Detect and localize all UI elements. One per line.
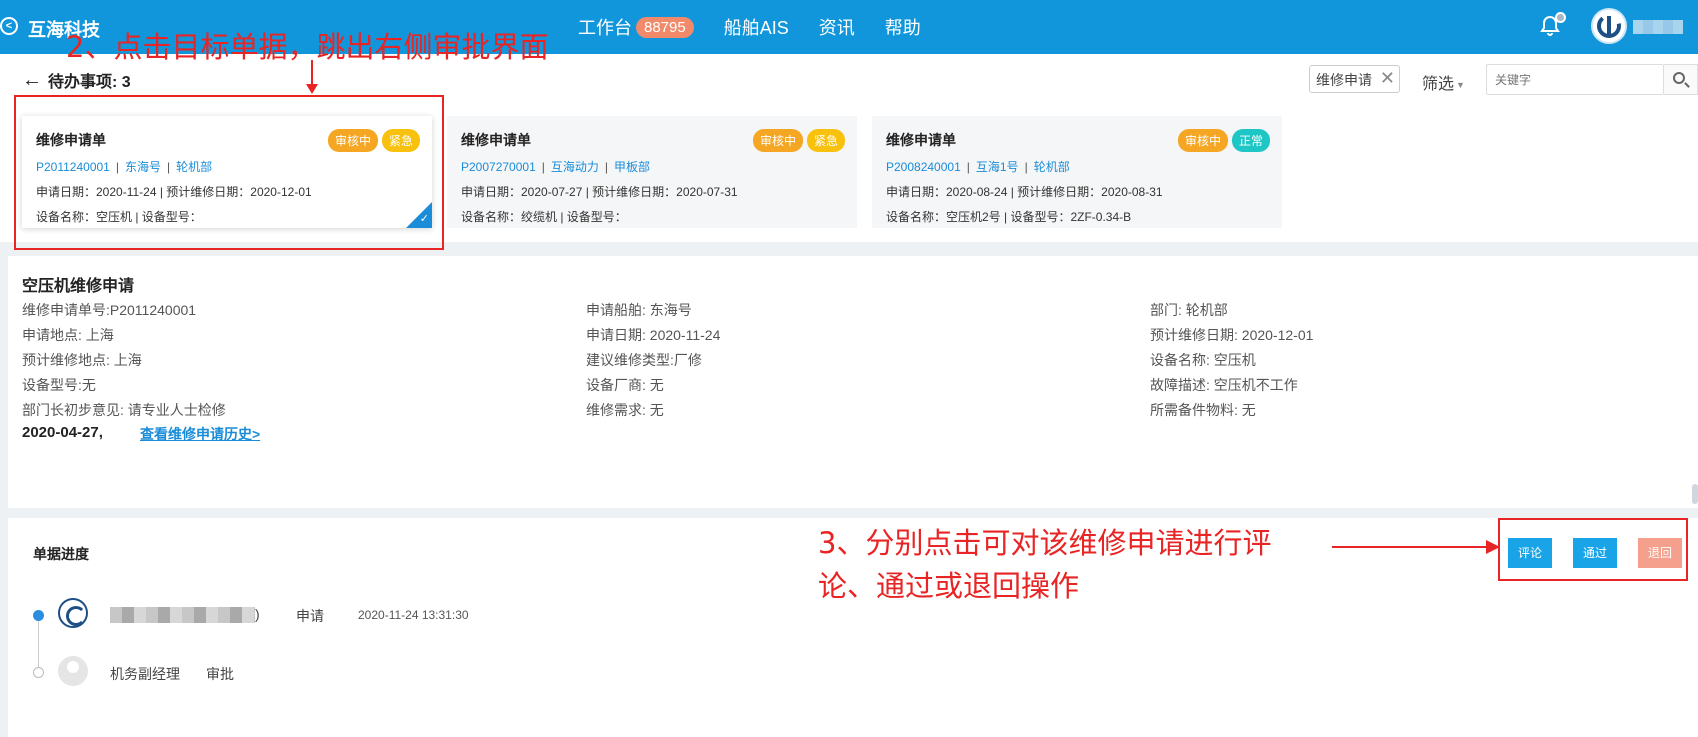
card-equipment: 设备名称：空压机2号 | 设备型号：2ZF-0.34-B <box>886 210 1132 224</box>
applicant-name-suffix: ) <box>255 606 260 622</box>
status-badge: 审核中 <box>752 129 803 152</box>
detail-panel <box>8 256 1698 508</box>
field-maker: 设备厂商: 无 <box>586 377 664 393</box>
field-expected-location: 预计维修地点: 上海 <box>22 352 142 368</box>
field-apply-date: 申请日期: 2020-11-24 <box>586 327 721 343</box>
notification-dot <box>1555 12 1566 23</box>
card-links: P2007270001 | 互海动力 | 甲板部 <box>461 160 651 174</box>
annotation-step3-line2: 论、通过或退回操作 <box>818 569 1080 603</box>
card-dept[interactable]: 轮机部 <box>1034 160 1070 174</box>
main-nav: 工作台 88795 船舶AIS 资讯 帮助 <box>578 0 951 54</box>
nav-workbench[interactable]: 工作台 88795 <box>578 14 694 40</box>
annotation-arrow-line <box>1332 546 1488 548</box>
filter-tag[interactable]: 维修申请 ✕ <box>1309 65 1400 93</box>
todo-card-2[interactable]: 维修申请单 审核中 紧急 P2007270001 | 互海动力 | 甲板部 申请日期：2… <box>447 116 857 228</box>
field-need: 维修需求: 无 <box>586 402 664 418</box>
card-code[interactable]: P2008240001 <box>886 160 961 174</box>
repair-history-link[interactable]: 查看维修申请历史> <box>140 424 260 444</box>
field-dept: 部门: 轮机部 <box>1150 302 1228 318</box>
step-action-apply: 申请 <box>296 608 324 624</box>
card-tags: 审核中 正常 <box>1174 129 1270 152</box>
field-equipment-name: 设备名称: 空压机 <box>1150 352 1256 368</box>
annotation-step2: 2、点击目标单据，跳出右侧审批界面 <box>66 30 549 64</box>
field-order-no: 维修申请单号:P2011240001 <box>22 302 197 318</box>
timeline-dot-active <box>33 610 44 621</box>
scroll-edge-handle[interactable] <box>1692 484 1698 504</box>
detail-title: 空压机维修申请 <box>22 278 135 295</box>
keyword-search-input[interactable] <box>1486 64 1664 95</box>
close-icon[interactable]: ✕ <box>1380 68 1395 89</box>
user-avatar[interactable] <box>1591 8 1627 44</box>
filter-tag-label: 维修申请 <box>1316 72 1372 88</box>
blurred-username[interactable] <box>1633 20 1683 34</box>
field-expected-date: 预计维修日期: 2020-12-01 <box>1150 327 1314 343</box>
caret-down-icon: ▼ <box>1456 79 1465 90</box>
field-ship: 申请船舶: 东海号 <box>586 302 692 318</box>
todo-count-title: 待办事项: 3 <box>48 74 131 91</box>
card-dept[interactable]: 甲板部 <box>614 160 650 174</box>
step-action-approve: 审批 <box>206 666 234 682</box>
back-arrow-icon[interactable]: ← <box>22 69 42 92</box>
nav-help[interactable]: 帮助 <box>885 14 921 40</box>
nav-news[interactable]: 资讯 <box>819 14 855 40</box>
priority-badge: 紧急 <box>806 129 845 152</box>
approver-name: 机务副经理 <box>110 666 180 682</box>
field-location: 申请地点: 上海 <box>22 327 114 343</box>
nav-ship-ais[interactable]: 船舶AIS <box>724 14 789 40</box>
annotation-highlight-card <box>14 95 444 250</box>
card-dates: 申请日期：2020-08-24 | 预计维修日期：2020-08-31 <box>886 185 1163 199</box>
filter-dropdown[interactable]: 筛选 ▼ <box>1422 70 1465 94</box>
notification-count-badge: 88795 <box>636 16 694 38</box>
search-icon <box>1673 72 1685 84</box>
blurred-applicant-name <box>110 607 255 623</box>
timeline-dot-pending <box>33 667 44 678</box>
priority-badge: 正常 <box>1231 129 1270 152</box>
card-code[interactable]: P2007270001 <box>461 160 536 174</box>
field-model: 设备型号:无 <box>22 377 96 393</box>
nav-workbench-label[interactable]: 工作台 <box>578 14 632 40</box>
card-dates: 申请日期：2020-07-27 | 预计维修日期：2020-07-31 <box>461 185 738 199</box>
todo-card-3[interactable]: 维修申请单 审核中 正常 P2008240001 | 互海1号 | 轮机部 申请日期：2… <box>872 116 1282 228</box>
annotation-arrow-line <box>311 60 313 84</box>
card-ship[interactable]: 互海动力 <box>551 160 599 174</box>
progress-title: 单据进度 <box>33 546 89 562</box>
todo-header: ← 待办事项: 3 <box>22 68 131 92</box>
filter-dropdown-label: 筛选 <box>1422 76 1455 93</box>
status-badge: 审核中 <box>1177 129 1228 152</box>
date-highlight: 2020-04-27, <box>22 424 103 441</box>
annotation-step3-line1: 3、分别点击可对该维修申请进行评 <box>818 526 1272 560</box>
step-time: 2020-11-24 13:31:30 <box>358 608 469 622</box>
card-links: P2008240001 | 互海1号 | 轮机部 <box>886 160 1070 174</box>
card-tags: 审核中 紧急 <box>749 129 845 152</box>
field-head-opinion: 部门长初步意见: 请专业人士检修 <box>22 402 226 418</box>
back-circle-icon[interactable]: < <box>0 17 18 35</box>
search-button[interactable] <box>1664 64 1698 95</box>
approver-avatar <box>58 656 88 686</box>
field-parts: 所需备件物料: 无 <box>1150 402 1256 418</box>
card-ship[interactable]: 互海1号 <box>976 160 1019 174</box>
applicant-avatar <box>58 598 88 628</box>
annotation-highlight-actions <box>1498 518 1688 581</box>
timeline-connector <box>38 621 39 667</box>
field-repair-type: 建议维修类型:厂修 <box>586 352 702 368</box>
annotation-arrowhead-down <box>306 84 318 94</box>
field-fault: 故障描述: 空压机不工作 <box>1150 377 1298 393</box>
card-equipment: 设备名称：绞缆机 | 设备型号： <box>461 210 627 224</box>
bell-icon[interactable] <box>1538 12 1566 38</box>
